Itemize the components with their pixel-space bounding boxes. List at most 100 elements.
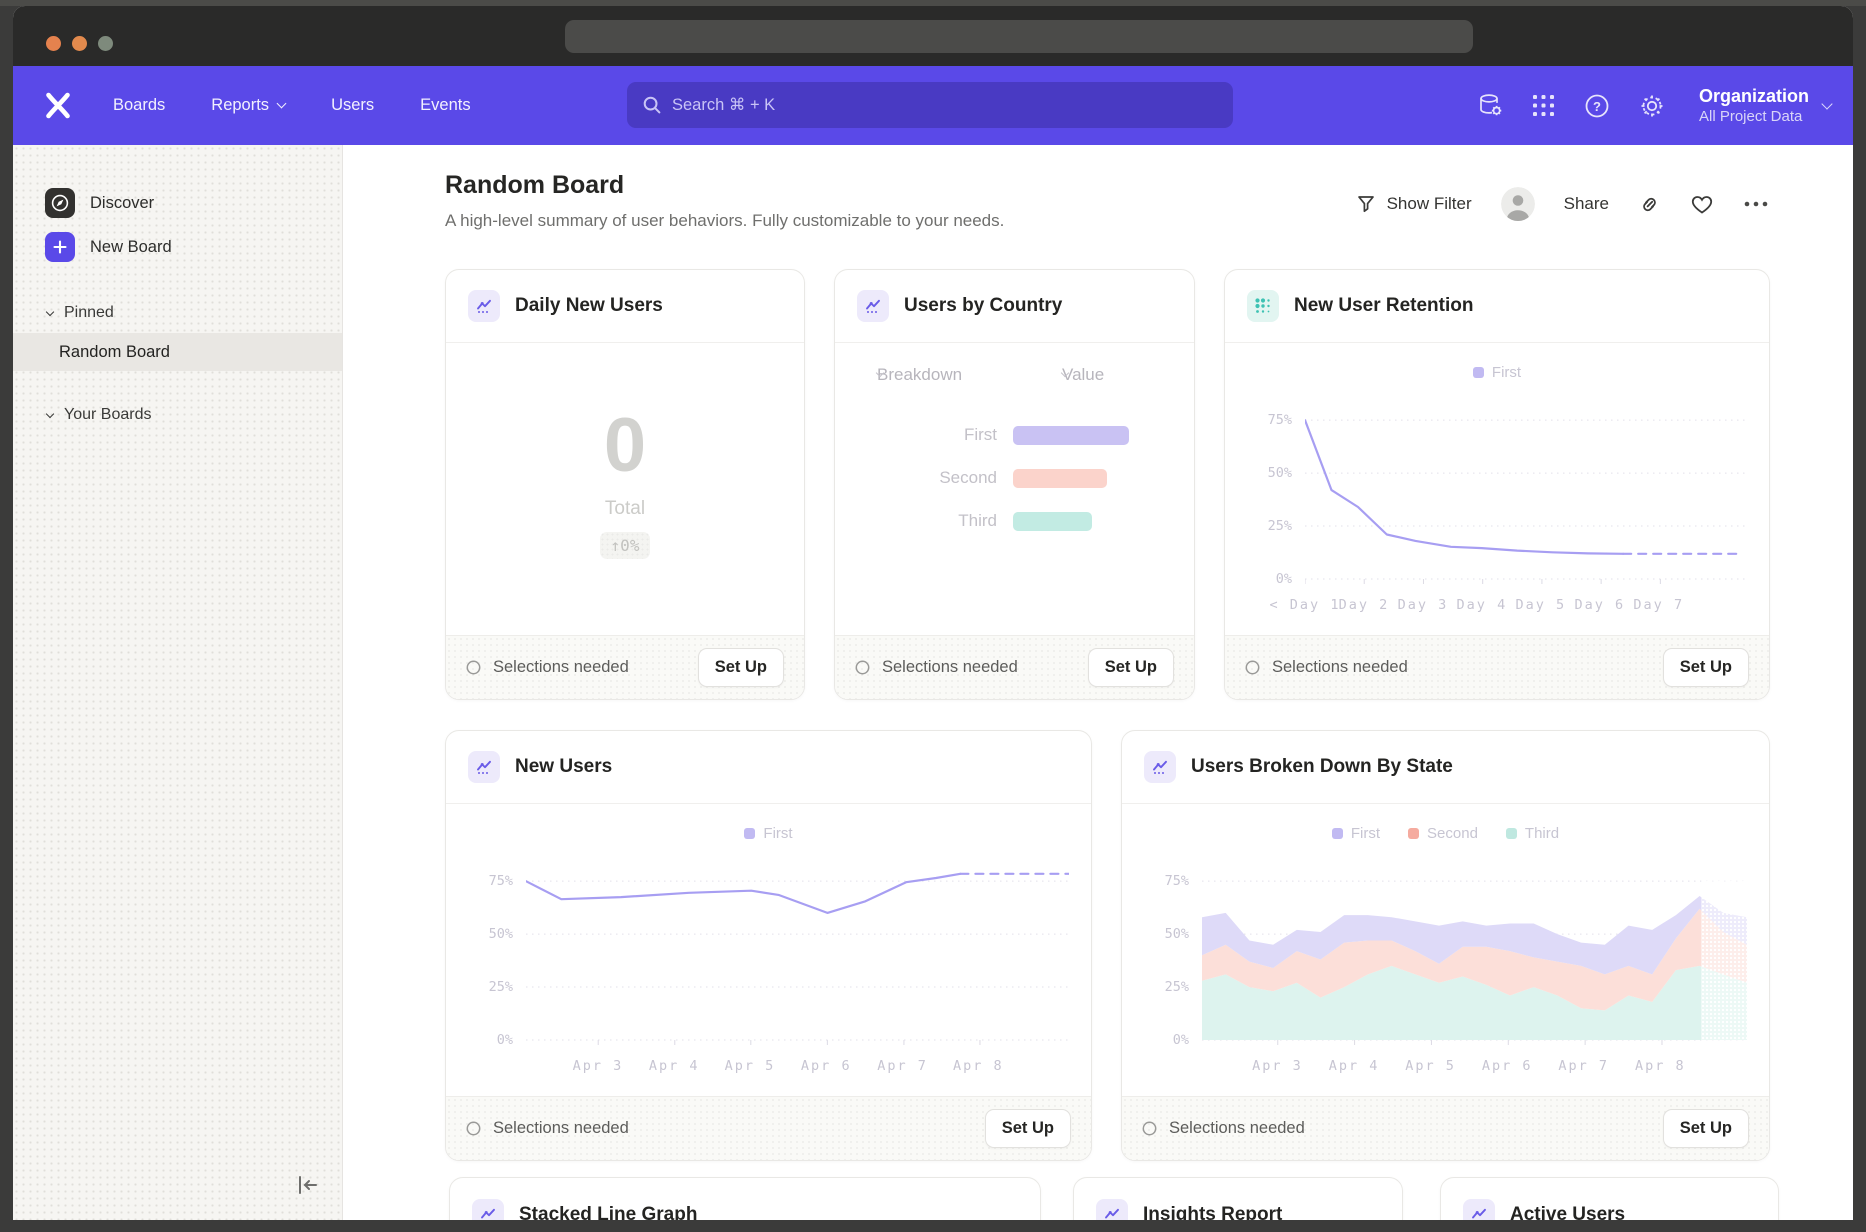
mixpanel-logo-icon[interactable] xyxy=(43,92,73,119)
chart-legend: FirstSecondThird xyxy=(1146,824,1745,842)
set-up-button[interactable]: Set Up xyxy=(1088,648,1174,687)
card-header: Active Users xyxy=(1441,1178,1778,1220)
copy-link-icon[interactable] xyxy=(1638,193,1661,216)
org-switcher[interactable]: Organization All Project Data xyxy=(1699,86,1831,126)
country-chart-body: Breakdown Value FirstSecondThird xyxy=(835,343,1194,635)
bar xyxy=(1013,512,1092,531)
minimize-window-button[interactable] xyxy=(72,36,87,51)
nav-item-boards[interactable]: Boards xyxy=(113,96,165,115)
avatar[interactable] xyxy=(1501,187,1535,221)
search-input[interactable] xyxy=(672,96,1218,115)
country-bar-row: Third xyxy=(835,511,1194,531)
address-bar[interactable] xyxy=(565,20,1473,53)
card-active-users: Active Users xyxy=(1440,1177,1779,1220)
bar-label: First xyxy=(835,425,997,445)
y-tick-label: 50% xyxy=(489,926,513,942)
data-management-icon[interactable] xyxy=(1477,92,1504,119)
y-tick-label: 75% xyxy=(1165,873,1189,889)
help-icon[interactable]: ? xyxy=(1583,92,1611,120)
x-tick-label: < Day 1 xyxy=(1270,597,1341,613)
global-search[interactable] xyxy=(627,82,1233,128)
card-header: New User Retention xyxy=(1225,270,1769,343)
sidebar-item-random-board[interactable]: Random Board xyxy=(13,333,342,371)
board-main: Random Board A high-level summary of use… xyxy=(343,145,1853,1220)
x-tick-label: Day 2 xyxy=(1339,597,1390,613)
bar-label: Third xyxy=(835,511,997,531)
set-up-button[interactable]: Set Up xyxy=(698,648,784,687)
show-filter-button[interactable]: Show Filter xyxy=(1356,194,1472,214)
x-tick-label: Apr 6 xyxy=(1482,1058,1533,1074)
x-tick-label: Apr 3 xyxy=(573,1058,624,1074)
compass-icon xyxy=(45,188,75,218)
navbar-right: ? Organization All Project Data xyxy=(1477,66,1831,145)
nav-item-events[interactable]: Events xyxy=(420,96,470,115)
new-users-plot xyxy=(526,856,1069,1051)
more-options-icon[interactable] xyxy=(1743,200,1769,208)
set-up-button[interactable]: Set Up xyxy=(1663,1109,1749,1148)
card-title: New Users xyxy=(515,756,612,778)
insights-chart-icon xyxy=(1144,751,1176,783)
x-tick-label: Apr 8 xyxy=(1635,1058,1686,1074)
card-header: New Users xyxy=(446,731,1091,804)
retention-plot xyxy=(1305,395,1747,590)
set-up-button[interactable]: Set Up xyxy=(1663,648,1749,687)
chevron-down-icon xyxy=(277,99,287,109)
zoom-window-button[interactable] xyxy=(98,36,113,51)
card-footer: Selections needed Set Up xyxy=(1225,635,1769,699)
sidebar-item-label: New Board xyxy=(90,238,172,257)
metric-change-badge: ↑0% xyxy=(600,532,651,559)
insights-chart-icon xyxy=(857,290,889,322)
settings-gear-icon[interactable] xyxy=(1638,92,1666,120)
nav-menu: Boards Reports Users Events xyxy=(113,96,471,115)
share-button[interactable]: Share xyxy=(1564,194,1609,214)
bar xyxy=(1013,426,1129,445)
org-name: Organization xyxy=(1699,86,1809,108)
card-header: Insights Report xyxy=(1074,1178,1402,1220)
x-tick-label: Apr 5 xyxy=(725,1058,776,1074)
selections-needed-status: Selections needed xyxy=(1142,1119,1305,1138)
metric-value: 0 xyxy=(604,408,646,484)
x-tick-label: Day 3 xyxy=(1398,597,1449,613)
insights-chart-icon xyxy=(1096,1199,1128,1221)
nav-item-reports[interactable]: Reports xyxy=(211,96,285,115)
set-up-button[interactable]: Set Up xyxy=(985,1109,1071,1148)
y-tick-label: 0% xyxy=(497,1032,513,1048)
x-tick-label: Apr 4 xyxy=(1329,1058,1380,1074)
page-subtitle: A high-level summary of user behaviors. … xyxy=(445,211,1004,231)
x-tick-label: Apr 3 xyxy=(1252,1058,1303,1074)
y-tick-label: 75% xyxy=(1268,412,1292,428)
x-tick-label: Apr 4 xyxy=(649,1058,700,1074)
bar xyxy=(1013,469,1107,488)
x-tick-label: Day 4 xyxy=(1457,597,1508,613)
state-plot xyxy=(1202,856,1747,1051)
legend-item: Third xyxy=(1506,824,1559,842)
card-title: Active Users xyxy=(1510,1204,1625,1221)
collapse-sidebar-icon[interactable] xyxy=(294,1173,320,1202)
sidebar-section-pinned[interactable]: Pinned xyxy=(13,295,342,331)
apps-grid-icon[interactable] xyxy=(1531,93,1556,118)
card-new-users: New Users First 75%50%25%0% Apr 3Apr 4Ap… xyxy=(445,730,1092,1161)
y-tick-label: 50% xyxy=(1165,926,1189,942)
y-tick-label: 25% xyxy=(1165,979,1189,995)
y-tick-label: 0% xyxy=(1276,571,1292,587)
svg-text:?: ? xyxy=(1593,99,1601,114)
screenshot-stage: Boards Reports Users Events xyxy=(0,0,1866,1232)
top-navbar: Boards Reports Users Events xyxy=(13,66,1853,145)
x-axis-labels: Apr 3Apr 4Apr 5Apr 6Apr 7Apr 8 xyxy=(1202,1051,1745,1077)
page-title: Random Board xyxy=(445,171,624,200)
metric-body: 0 Total ↑0% xyxy=(446,331,804,635)
sidebar-section-your-boards[interactable]: Your Boards xyxy=(13,397,342,433)
state-chart-body: FirstSecondThird 75% 50% 25% 0% Apr 3 Apr 4 A… xyxy=(1122,804,1769,1096)
card-title: New User Retention xyxy=(1294,295,1473,317)
browser-window: Boards Reports Users Events xyxy=(13,6,1853,1220)
card-title: Daily New Users xyxy=(515,295,663,317)
card-title: Users by Country xyxy=(904,295,1062,317)
favorite-heart-icon[interactable] xyxy=(1690,193,1714,215)
y-tick-label: 0% xyxy=(1173,1032,1189,1048)
close-window-button[interactable] xyxy=(46,36,61,51)
sidebar-item-new-board[interactable]: New Board xyxy=(13,225,342,269)
nav-item-users[interactable]: Users xyxy=(331,96,374,115)
sidebar-item-discover[interactable]: Discover xyxy=(13,181,342,225)
radio-circle-icon xyxy=(466,660,481,675)
radio-circle-icon xyxy=(855,660,870,675)
